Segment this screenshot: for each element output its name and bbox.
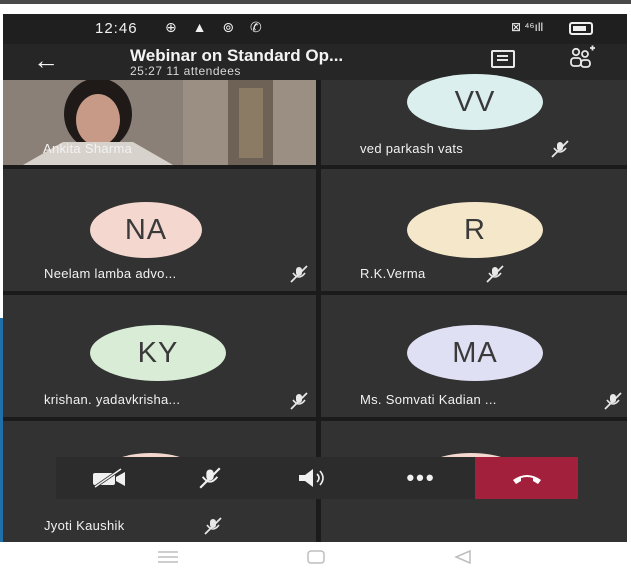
- menu-icon[interactable]: [157, 550, 179, 564]
- participant-name: R.K.Verma: [360, 266, 426, 281]
- speaker-icon[interactable]: [288, 457, 338, 499]
- participant-tile-video[interactable]: Ankita Sharma: [3, 80, 316, 165]
- meeting-duration-attendees: 25:27 11 attendees: [130, 64, 241, 78]
- participant-tile[interactable]: MA Ms. Somvati Kadian ...: [321, 295, 627, 417]
- hang-up-icon: [513, 475, 541, 484]
- status-time: 12:46: [95, 20, 138, 37]
- participant-tile[interactable]: R R.K.Verma: [321, 169, 627, 291]
- chat-icon[interactable]: [491, 50, 515, 68]
- mic-off-icon: [290, 392, 308, 410]
- avatar: R: [407, 202, 543, 258]
- avatar: MA: [407, 325, 543, 381]
- status-notification-icons: ⊕ ▲ ⊚ ✆: [165, 19, 268, 35]
- arrow-left-icon[interactable]: ←: [33, 46, 59, 74]
- avatar: VV: [407, 74, 543, 130]
- mic-off-icon: [486, 265, 504, 283]
- mic-off-icon: [551, 140, 569, 158]
- hang-up-button[interactable]: [475, 457, 578, 499]
- participant-name: Ankita Sharma: [43, 141, 133, 156]
- avatar-initials: KY: [137, 337, 179, 369]
- battery-icon: [569, 22, 593, 35]
- more-icon[interactable]: •••: [396, 457, 446, 499]
- meeting-title: Webinar on Standard Op...: [130, 46, 344, 65]
- participant-name: Ms. Somvati Kadian ...: [360, 392, 497, 407]
- add-people-icon[interactable]: [569, 45, 595, 74]
- status-bar: 12:46 ⊕ ▲ ⊚ ✆ ⊠ ⁴⁶ıll: [3, 14, 627, 44]
- signal-icon: ⊠ ⁴⁶ıll: [511, 20, 544, 34]
- mic-off-icon: [290, 265, 308, 283]
- camera-off-icon[interactable]: [86, 457, 134, 499]
- avatar-initials: VV: [454, 86, 496, 118]
- back-triangle-icon[interactable]: [453, 549, 473, 565]
- mic-off-icon: [204, 517, 222, 535]
- participant-tile[interactable]: NA Neelam lamba advo...: [3, 169, 316, 291]
- avatar-initials: MA: [452, 337, 498, 369]
- participant-name: krishan. yadavkrisha...: [44, 392, 181, 407]
- participant-name: Neelam lamba advo...: [44, 266, 177, 281]
- avatar-initials: NA: [124, 214, 168, 246]
- avatar: KY: [90, 325, 226, 381]
- home-icon[interactable]: [306, 549, 326, 565]
- top-border: [0, 0, 631, 4]
- meeting-header: ← Webinar on Standard Op... 25:27 11 att…: [3, 44, 627, 80]
- participant-name: Jyoti Kaushik: [44, 518, 125, 533]
- mic-off-icon[interactable]: [186, 457, 234, 499]
- system-nav-bar: [0, 542, 631, 571]
- mic-off-icon: [604, 392, 622, 410]
- participant-tile[interactable]: KY krishan. yadavkrisha...: [3, 295, 316, 417]
- participant-name: ved parkash vats: [360, 141, 464, 156]
- participant-tile[interactable]: VV ved parkash vats: [321, 74, 627, 165]
- phone-screen: 12:46 ⊕ ▲ ⊚ ✆ ⊠ ⁴⁶ıll ← Webinar on Stand…: [0, 0, 631, 571]
- avatar-initials: R: [464, 214, 486, 246]
- avatar: NA: [90, 202, 202, 258]
- call-controls: •••: [56, 457, 578, 499]
